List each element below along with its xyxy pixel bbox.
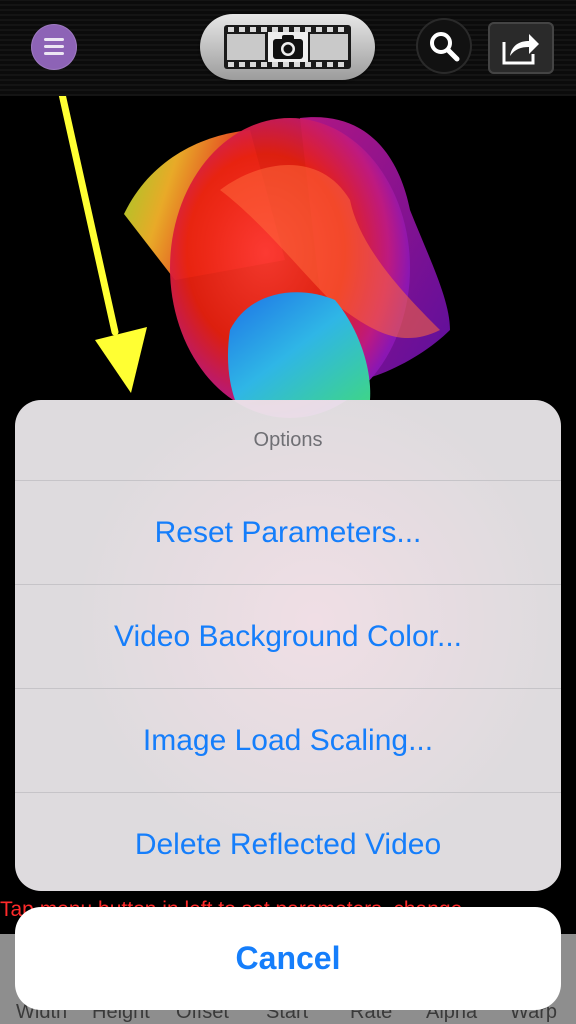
video-background-color-button[interactable]: Video Background Color...	[15, 585, 561, 689]
capture-button[interactable]	[200, 14, 375, 80]
share-button[interactable]	[488, 22, 554, 74]
options-action-sheet: Options Reset Parameters... Video Backgr…	[15, 400, 561, 891]
share-icon	[502, 34, 539, 65]
top-toolbar	[0, 0, 576, 96]
camera-icon	[273, 35, 303, 59]
film-strip-icon	[224, 25, 351, 69]
annotation-arrow	[58, 96, 147, 393]
delete-reflected-video-button[interactable]: Delete Reflected Video	[15, 793, 561, 891]
menu-button[interactable]	[31, 24, 77, 70]
search-button[interactable]	[418, 20, 470, 72]
cancel-button[interactable]: Cancel	[15, 907, 561, 1010]
reset-parameters-button[interactable]: Reset Parameters...	[15, 481, 561, 585]
search-icon	[430, 32, 460, 62]
action-sheet-title: Options	[15, 400, 561, 481]
image-load-scaling-button[interactable]: Image Load Scaling...	[15, 689, 561, 793]
